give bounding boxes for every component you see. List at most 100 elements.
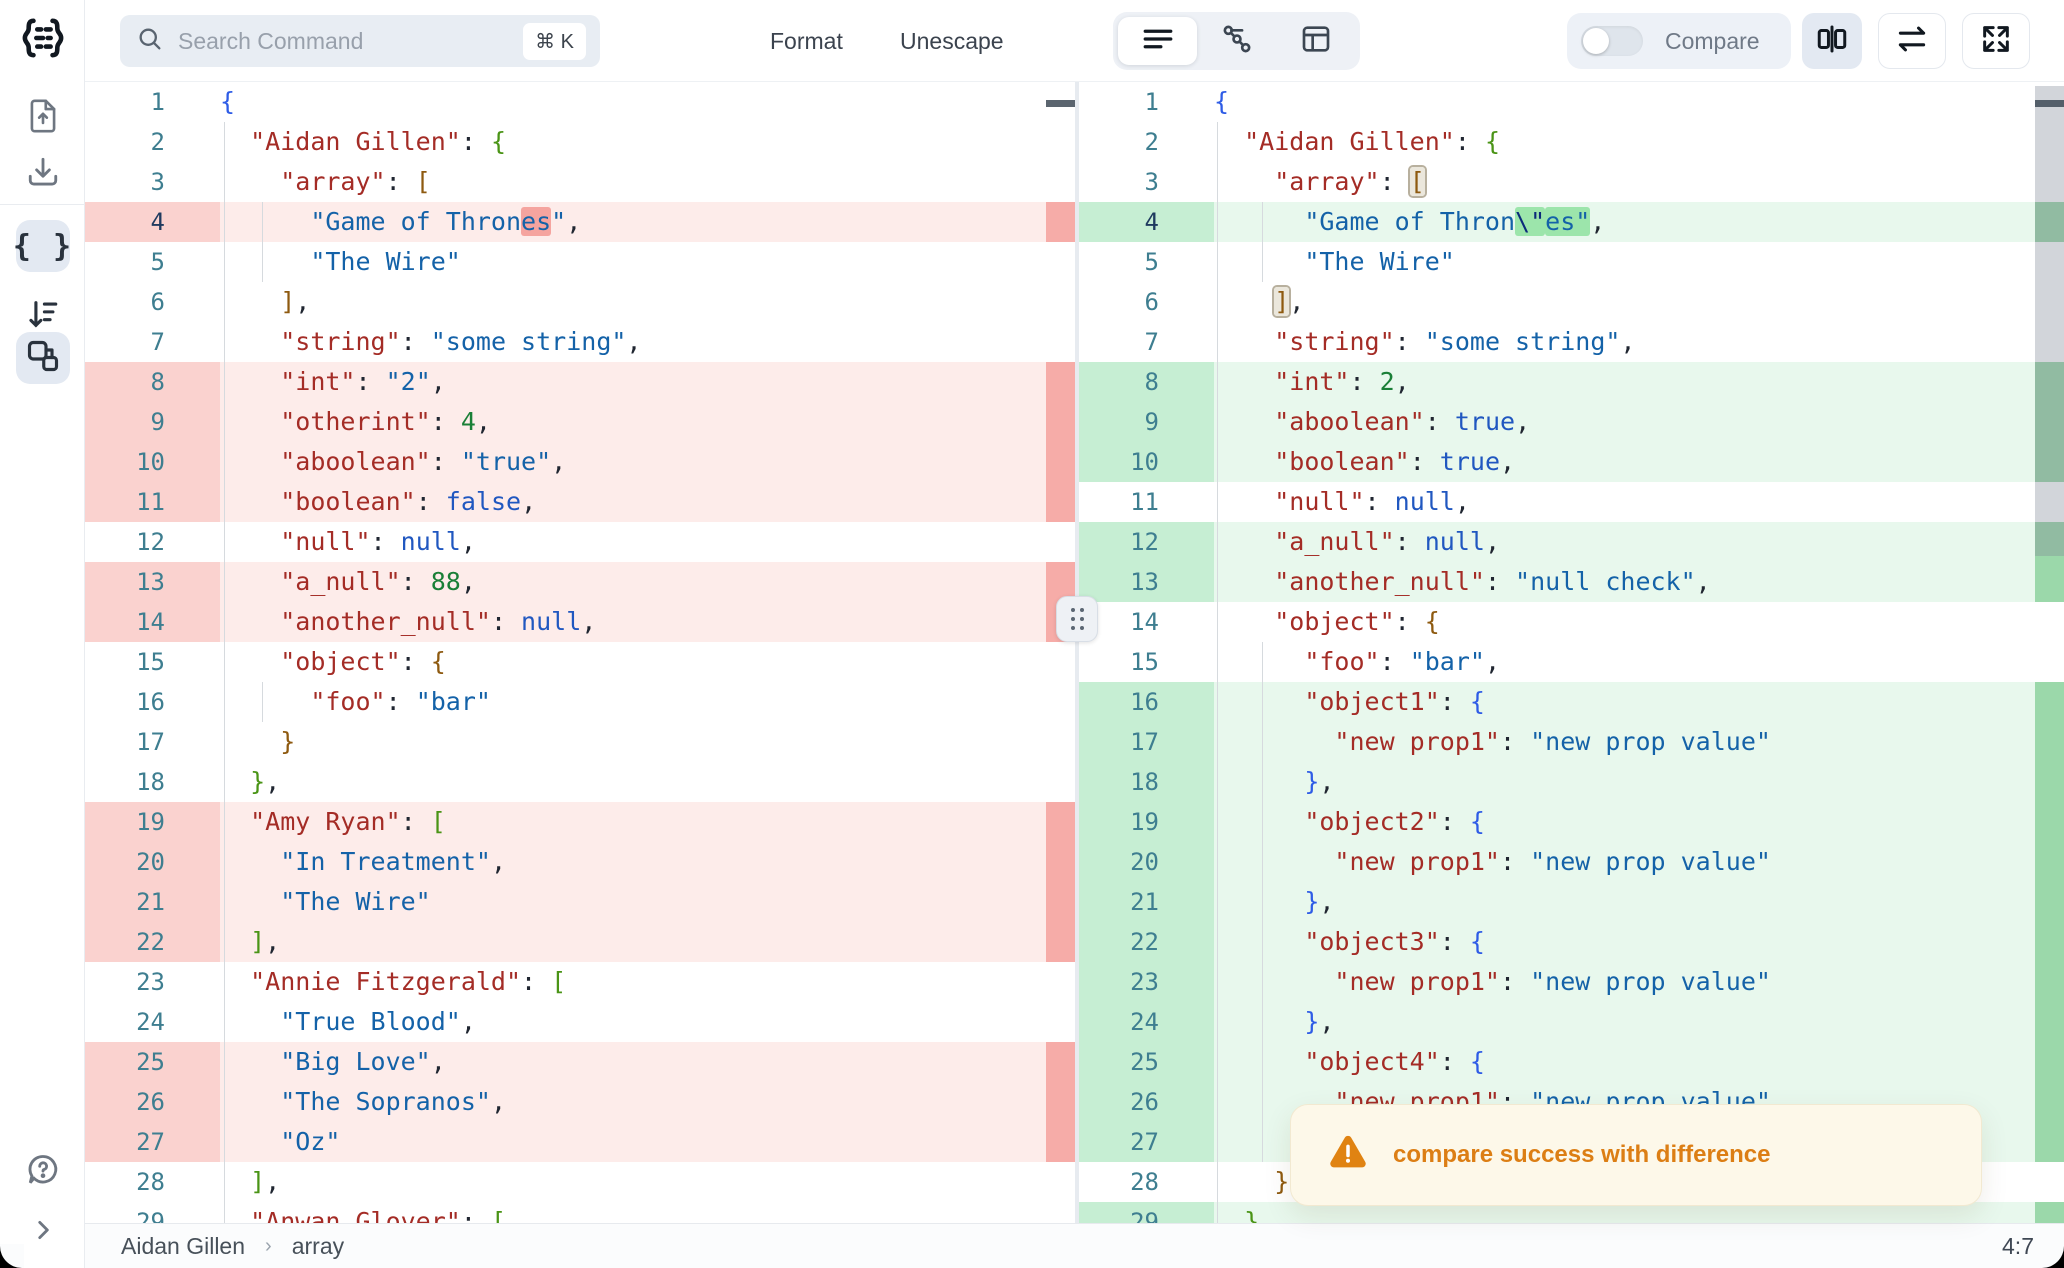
code-line[interactable]: 15 "object": { <box>85 642 1075 682</box>
line-number[interactable]: 1 <box>85 82 220 122</box>
code-line[interactable]: 2 "Aidan Gillen": { <box>85 122 1075 162</box>
code-line[interactable]: 18 }, <box>85 762 1075 802</box>
code-line[interactable]: 8 "int": "2", <box>85 362 1075 402</box>
code-line[interactable]: 3 "array": [ <box>85 162 1075 202</box>
code-line[interactable]: 12 "a_null": null, <box>1079 522 2064 562</box>
code-line[interactable]: 11 "null": null, <box>1079 482 2064 522</box>
line-number[interactable]: 27 <box>85 1122 220 1162</box>
line-number[interactable]: 10 <box>1079 442 1214 482</box>
line-number[interactable]: 22 <box>85 922 220 962</box>
code-line[interactable]: 9 "aboolean": true, <box>1079 402 2064 442</box>
line-number[interactable]: 24 <box>85 1002 220 1042</box>
line-number[interactable]: 18 <box>1079 762 1214 802</box>
code-line[interactable]: 6 ], <box>1079 282 2064 322</box>
code-line[interactable]: 24 "True Blood", <box>85 1002 1075 1042</box>
graph-view-tab[interactable] <box>1197 17 1276 65</box>
format-button[interactable]: Format <box>756 0 857 82</box>
line-number[interactable]: 20 <box>1079 842 1214 882</box>
line-number[interactable]: 15 <box>1079 642 1214 682</box>
line-number[interactable]: 23 <box>1079 962 1214 1002</box>
diff-overview-ruler[interactable] <box>2035 82 2064 1223</box>
line-number[interactable]: 2 <box>85 122 220 162</box>
compare-toggle[interactable] <box>1581 26 1643 56</box>
scrollbar-thumb[interactable] <box>2035 86 2064 556</box>
code-line[interactable]: 3 "array": [ <box>1079 162 2064 202</box>
line-number[interactable]: 14 <box>1079 602 1214 642</box>
code-line[interactable]: 4 "Game of Thrones", <box>85 202 1075 242</box>
line-number[interactable]: 21 <box>85 882 220 922</box>
code-line[interactable]: 22 "object3": { <box>1079 922 2064 962</box>
fullscreen-button[interactable] <box>1962 13 2030 69</box>
line-number[interactable]: 16 <box>1079 682 1214 722</box>
code-line[interactable]: 23 "Annie Fitzgerald": [ <box>85 962 1075 1002</box>
line-number[interactable]: 6 <box>85 282 220 322</box>
search-input[interactable]: Search Command ⌘ K <box>120 15 600 67</box>
line-number[interactable]: 27 <box>1079 1122 1214 1162</box>
code-line[interactable]: 28 ], <box>85 1162 1075 1202</box>
line-number[interactable]: 22 <box>1079 922 1214 962</box>
code-line[interactable]: 18 }, <box>1079 762 2064 802</box>
code-line[interactable]: 27 "Oz" <box>85 1122 1075 1162</box>
code-line[interactable]: 26 "The Sopranos", <box>85 1082 1075 1122</box>
code-line[interactable]: 13 "another_null": "null check", <box>1079 562 2064 602</box>
code-line[interactable]: 17 "new prop1": "new prop value" <box>1079 722 2064 762</box>
line-number[interactable]: 26 <box>1079 1082 1214 1122</box>
line-number[interactable]: 28 <box>85 1162 220 1202</box>
code-line[interactable]: 4 "Game of Thron\"es", <box>1079 202 2064 242</box>
code-line[interactable]: 8 "int": 2, <box>1079 362 2064 402</box>
compare-result-toast[interactable]: compare success with difference <box>1290 1104 1982 1206</box>
text-view-tab[interactable] <box>1118 17 1197 65</box>
code-line[interactable]: 15 "foo": "bar", <box>1079 642 2064 682</box>
line-number[interactable]: 18 <box>85 762 220 802</box>
line-number[interactable]: 26 <box>85 1082 220 1122</box>
line-number[interactable]: 6 <box>1079 282 1214 322</box>
code-line[interactable]: 17 } <box>85 722 1075 762</box>
line-number[interactable]: 9 <box>85 402 220 442</box>
code-line[interactable]: 16 "foo": "bar" <box>85 682 1075 722</box>
split-diff-view-button[interactable] <box>1802 13 1862 69</box>
line-number[interactable]: 10 <box>85 442 220 482</box>
line-number[interactable]: 14 <box>85 602 220 642</box>
line-number[interactable]: 28 <box>1079 1162 1214 1202</box>
code-line[interactable]: 10 "aboolean": "true", <box>85 442 1075 482</box>
code-line[interactable]: 23 "new prop1": "new prop value" <box>1079 962 2064 1002</box>
line-number[interactable]: 7 <box>1079 322 1214 362</box>
code-line[interactable]: 25 "object4": { <box>1079 1042 2064 1082</box>
help-button[interactable] <box>16 1146 70 1198</box>
line-number[interactable]: 12 <box>1079 522 1214 562</box>
app-logo[interactable] <box>16 14 70 66</box>
line-number[interactable]: 5 <box>85 242 220 282</box>
line-number[interactable]: 24 <box>1079 1002 1214 1042</box>
code-line[interactable]: 16 "object1": { <box>1079 682 2064 722</box>
unescape-button[interactable]: Unescape <box>886 0 1018 82</box>
line-number[interactable]: 1 <box>1079 82 1214 122</box>
download-button[interactable] <box>16 148 70 200</box>
line-number[interactable]: 4 <box>85 202 220 242</box>
code-line[interactable]: 11 "boolean": false, <box>85 482 1075 522</box>
code-line[interactable]: 14 "object": { <box>1079 602 2064 642</box>
code-line[interactable]: 9 "otherint": 4, <box>85 402 1075 442</box>
code-line[interactable]: 10 "boolean": true, <box>1079 442 2064 482</box>
line-number[interactable]: 11 <box>85 482 220 522</box>
breadcrumb-leaf[interactable]: array <box>292 1233 344 1260</box>
line-number[interactable]: 16 <box>85 682 220 722</box>
code-line[interactable]: 1{ <box>85 82 1075 122</box>
swap-panels-button[interactable] <box>1878 13 1946 69</box>
line-number[interactable]: 7 <box>85 322 220 362</box>
code-line[interactable]: 5 "The Wire" <box>1079 242 2064 282</box>
code-line[interactable]: 2 "Aidan Gillen": { <box>1079 122 2064 162</box>
code-line[interactable]: 5 "The Wire" <box>85 242 1075 282</box>
line-number[interactable]: 29 <box>1079 1202 1214 1223</box>
line-number[interactable]: 13 <box>85 562 220 602</box>
line-number[interactable]: 19 <box>85 802 220 842</box>
code-line[interactable]: 7 "string": "some string", <box>1079 322 2064 362</box>
diff-overview-ruler[interactable] <box>1046 82 1075 1223</box>
code-line[interactable]: 19 "object2": { <box>1079 802 2064 842</box>
code-line[interactable]: 25 "Big Love", <box>85 1042 1075 1082</box>
code-line[interactable]: 20 "new prop1": "new prop value" <box>1079 842 2064 882</box>
table-view-tab[interactable] <box>1276 17 1355 65</box>
upload-file-button[interactable] <box>16 92 70 144</box>
code-line[interactable]: 29 "Anwan Glover": [ <box>85 1202 1075 1223</box>
line-number[interactable]: 3 <box>1079 162 1214 202</box>
line-number[interactable]: 29 <box>85 1202 220 1223</box>
